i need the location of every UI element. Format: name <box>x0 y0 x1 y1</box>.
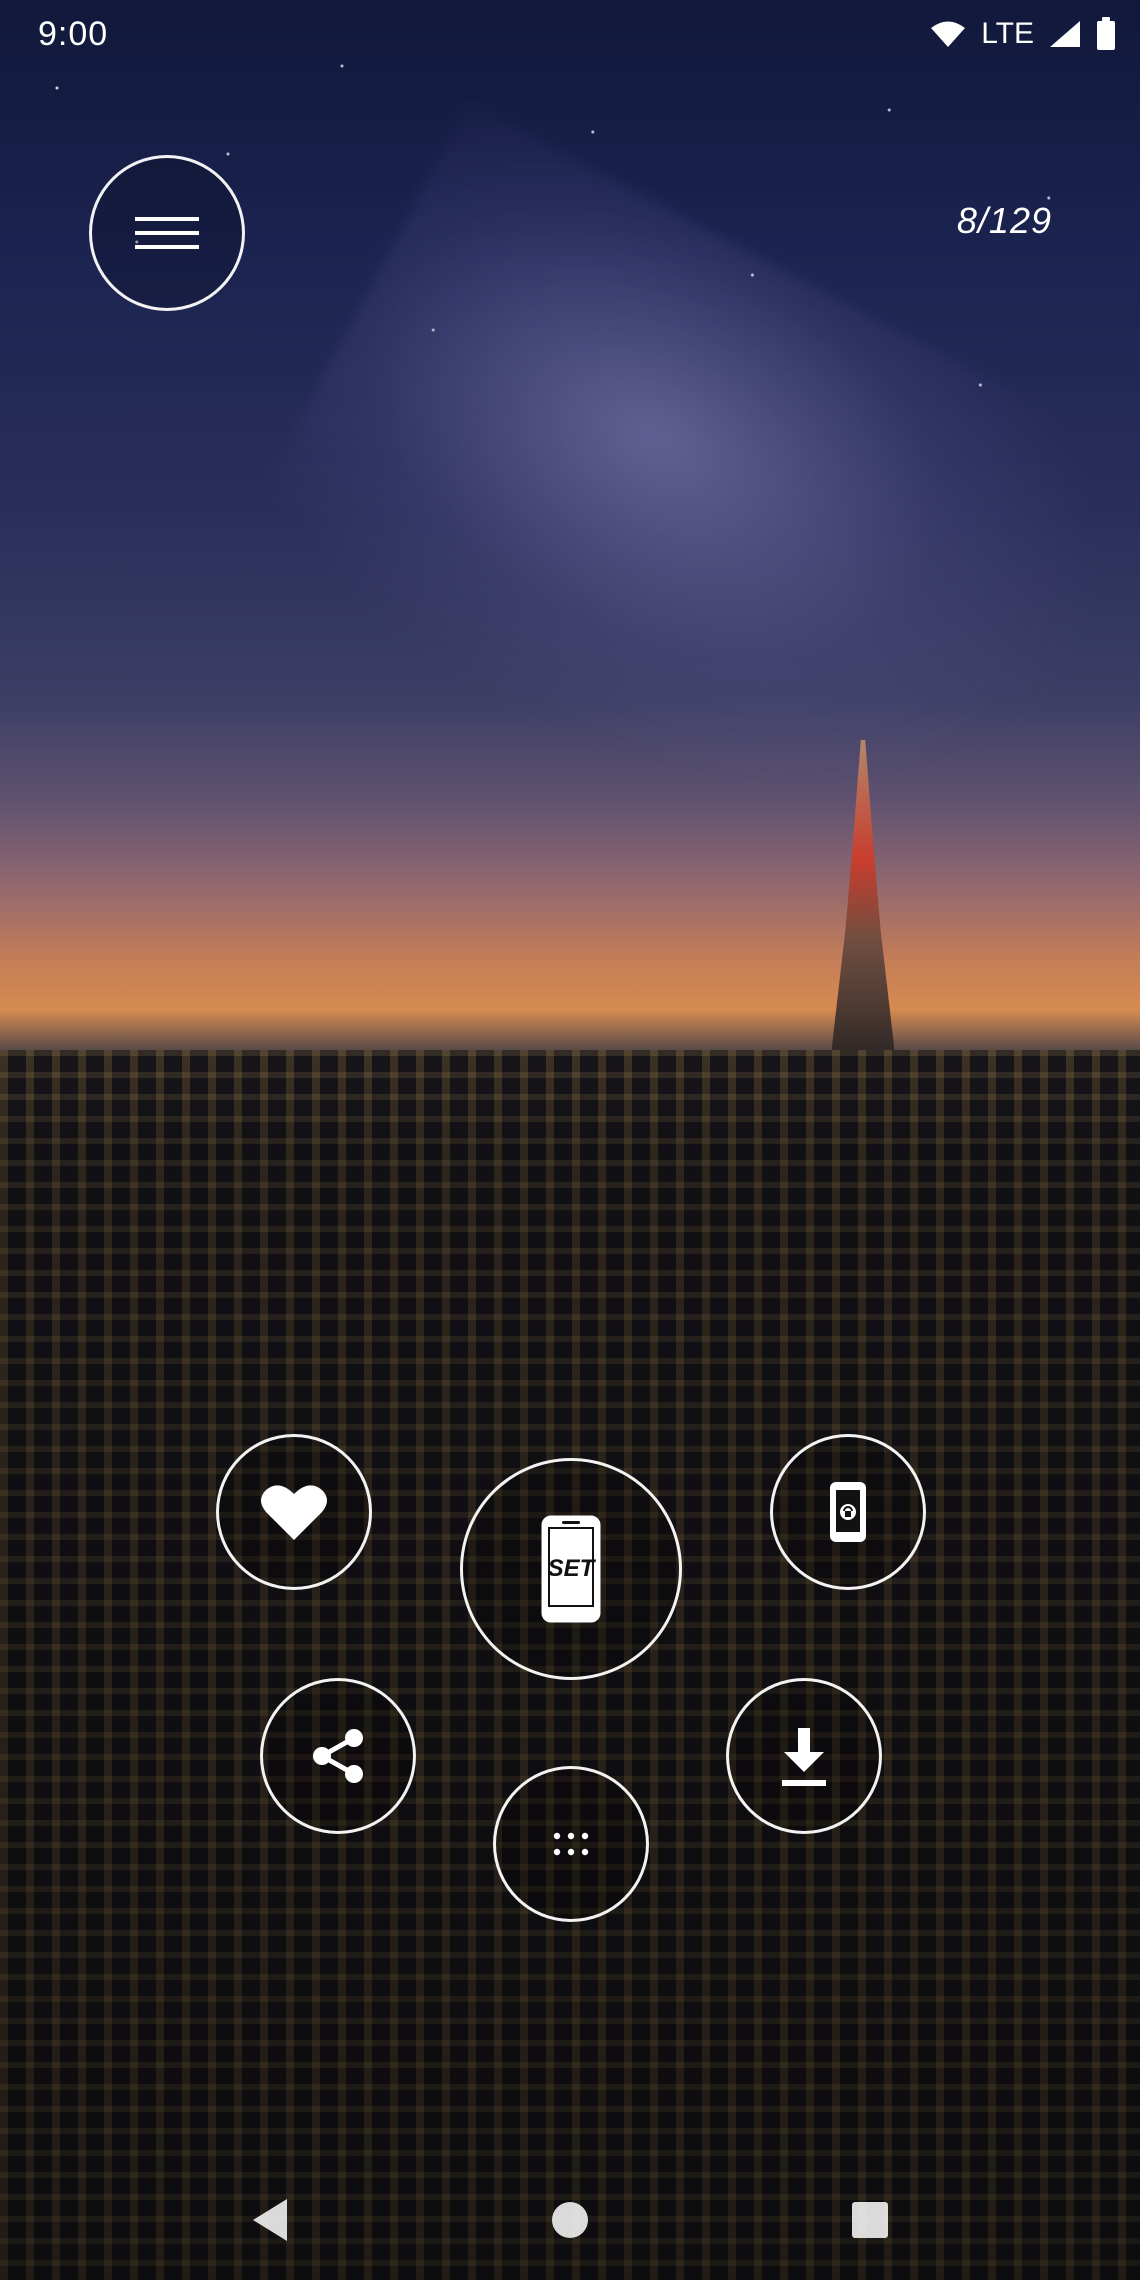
share-icon <box>308 1726 368 1786</box>
download-icon <box>776 1726 832 1786</box>
lock-screen-button[interactable] <box>770 1434 926 1590</box>
home-button[interactable] <box>540 2190 600 2250</box>
download-button[interactable] <box>726 1678 882 1834</box>
wallpaper-counter: 8/129 <box>956 200 1052 241</box>
status-icons: LTE <box>929 12 1116 56</box>
home-icon <box>548 2198 592 2242</box>
back-icon <box>249 2197 291 2243</box>
status-time: 9:00 <box>38 15 109 53</box>
recents-button[interactable] <box>840 2190 900 2250</box>
phone-lock-icon <box>828 1480 868 1544</box>
wifi-icon <box>929 19 967 49</box>
hamburger-menu-icon <box>135 213 199 253</box>
share-button[interactable] <box>260 1678 416 1834</box>
favorite-button[interactable] <box>216 1434 372 1590</box>
status-bar: 9:00 LTE <box>0 0 1140 70</box>
set-wallpaper-button[interactable]: SET <box>460 1458 682 1680</box>
menu-button[interactable] <box>89 155 245 311</box>
phone-set-icon: SET <box>540 1514 602 1624</box>
more-options-button[interactable] <box>493 1766 649 1922</box>
cellular-signal-icon <box>1048 19 1082 49</box>
set-label: SET <box>547 1555 595 1582</box>
network-type: LTE <box>981 17 1034 50</box>
more-dots-icon <box>551 1830 591 1858</box>
battery-icon <box>1096 17 1116 51</box>
system-navigation-bar <box>0 2160 1140 2280</box>
heart-icon <box>261 1482 327 1542</box>
recents-icon <box>848 2198 892 2242</box>
back-button[interactable] <box>240 2190 300 2250</box>
